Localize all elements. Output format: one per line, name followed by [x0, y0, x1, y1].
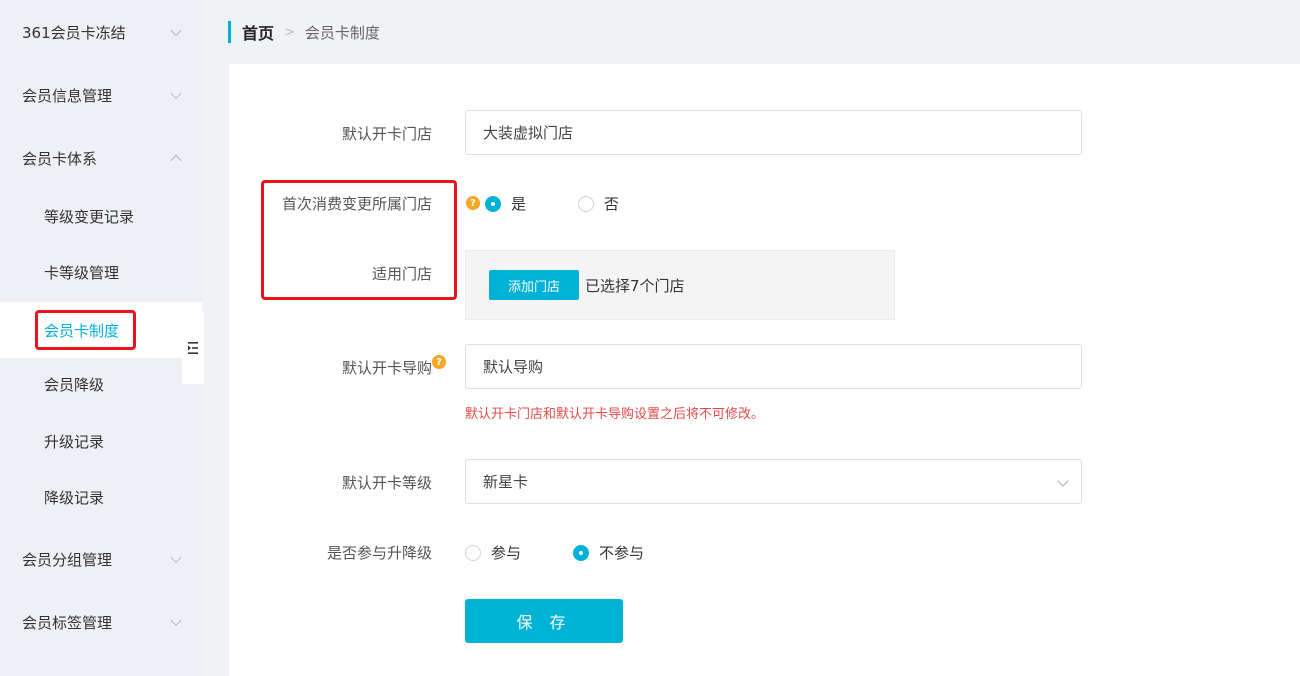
default-level-select[interactable]: 新星卡	[465, 459, 1082, 504]
add-store-button[interactable]: 添加门店	[489, 270, 579, 300]
sidebar-item-card-level-manage[interactable]: 卡等级管理	[0, 247, 202, 297]
default-store-value: 大装虚拟门店	[483, 124, 574, 142]
default-level-label: 默认开卡等级	[341, 474, 432, 492]
sidebar-group-card-system[interactable]: 会员卡体系	[0, 133, 202, 183]
chevron-down-icon	[1057, 475, 1069, 487]
sidebar-group-label: 会员信息管理	[22, 86, 113, 105]
default-guide-label-text: 默认开卡导购	[341, 359, 432, 377]
radio-unchecked-icon	[465, 544, 481, 561]
sidebar-item-label: 卡等级管理	[44, 263, 120, 282]
chevron-down-icon	[170, 87, 182, 100]
radio-checked-icon	[573, 544, 589, 561]
sidebar-group-label: 会员标签管理	[22, 613, 113, 632]
sidebar-group-label: 会员卡体系	[22, 149, 98, 168]
sidebar-group-card-freeze[interactable]: 361会员卡冻结	[0, 7, 202, 57]
sidebar-group-member-info[interactable]: 会员信息管理	[0, 70, 202, 120]
sidebar-item-label: 升级记录	[44, 432, 105, 451]
sidebar-group-member-group[interactable]: 会员分组管理	[0, 534, 202, 584]
sidebar-group-label: 会员分组管理	[22, 550, 113, 569]
upgrade-yes[interactable]: 参与	[465, 542, 521, 563]
chevron-right-icon: >	[284, 24, 295, 40]
first-consume-no[interactable]: 否	[578, 193, 619, 214]
default-store-label: 默认开卡门店	[341, 125, 432, 143]
sidebar-item-card-policy[interactable]: 会员卡制度	[0, 302, 202, 358]
selected-store-count: 已选择7个门店	[585, 277, 685, 295]
radio-label: 不参与	[599, 544, 645, 562]
chevron-down-icon	[170, 551, 182, 564]
default-guide-input[interactable]: 默认导购	[465, 344, 1082, 389]
question-circle-icon[interactable]: ?	[432, 355, 446, 369]
immutable-warning: 默认开卡门店和默认开卡导购设置之后将不可修改。	[465, 407, 765, 422]
chevron-down-icon	[170, 24, 182, 37]
sidebar-item-label: 降级记录	[44, 488, 105, 507]
chevron-up-icon	[170, 154, 182, 167]
radio-checked-icon	[485, 195, 501, 212]
radio-unchecked-icon	[578, 195, 594, 212]
sidebar-item-upgrade-log[interactable]: 升级记录	[0, 416, 202, 466]
first-consume-yes[interactable]: 是	[485, 193, 526, 214]
breadcrumb-accent-bar	[228, 21, 231, 43]
default-guide-label: 默认开卡导购	[342, 357, 432, 378]
sidebar-item-member-downgrade[interactable]: 会员降级	[0, 359, 202, 409]
breadcrumb-home[interactable]: 首页	[242, 20, 274, 44]
default-guide-value: 默认导购	[483, 358, 544, 376]
applicable-store-label: 适用门店	[371, 265, 432, 283]
sidebar-item-label: 等级变更记录	[44, 207, 135, 226]
sidebar-item-label: 会员降级	[44, 375, 105, 394]
radio-label: 参与	[491, 544, 522, 562]
upgrade-label: 是否参与升降级	[326, 544, 432, 562]
breadcrumb: 首页 > 会员卡制度	[228, 20, 380, 44]
sidebar-group-member-tag[interactable]: 会员标签管理	[0, 597, 202, 647]
sidebar-item-level-change-log[interactable]: 等级变更记录	[0, 191, 202, 241]
sidebar-collapse-toggle[interactable]	[182, 312, 204, 384]
sidebar-group-label: 361会员卡冻结	[22, 23, 126, 42]
sidebar-item-downgrade-log[interactable]: 降级记录	[0, 472, 202, 522]
sidebar: 361会员卡冻结 会员信息管理 会员卡体系 等级变更记录 卡等级管理 会员卡制度…	[0, 0, 202, 676]
default-level-value: 新星卡	[483, 473, 529, 491]
default-store-input[interactable]: 大装虚拟门店	[465, 110, 1082, 155]
breadcrumb-current: 会员卡制度	[304, 23, 380, 42]
question-circle-icon[interactable]: ?	[466, 196, 480, 210]
first-consume-label: 首次消费变更所属门店	[281, 195, 432, 213]
radio-label: 否	[604, 195, 620, 213]
sidebar-item-label: 会员卡制度	[44, 321, 120, 340]
upgrade-no[interactable]: 不参与	[573, 542, 644, 563]
radio-label: 是	[511, 195, 527, 213]
menu-collapse-icon	[188, 342, 198, 354]
save-button[interactable]: 保 存	[465, 599, 623, 643]
chevron-down-icon	[170, 614, 182, 627]
